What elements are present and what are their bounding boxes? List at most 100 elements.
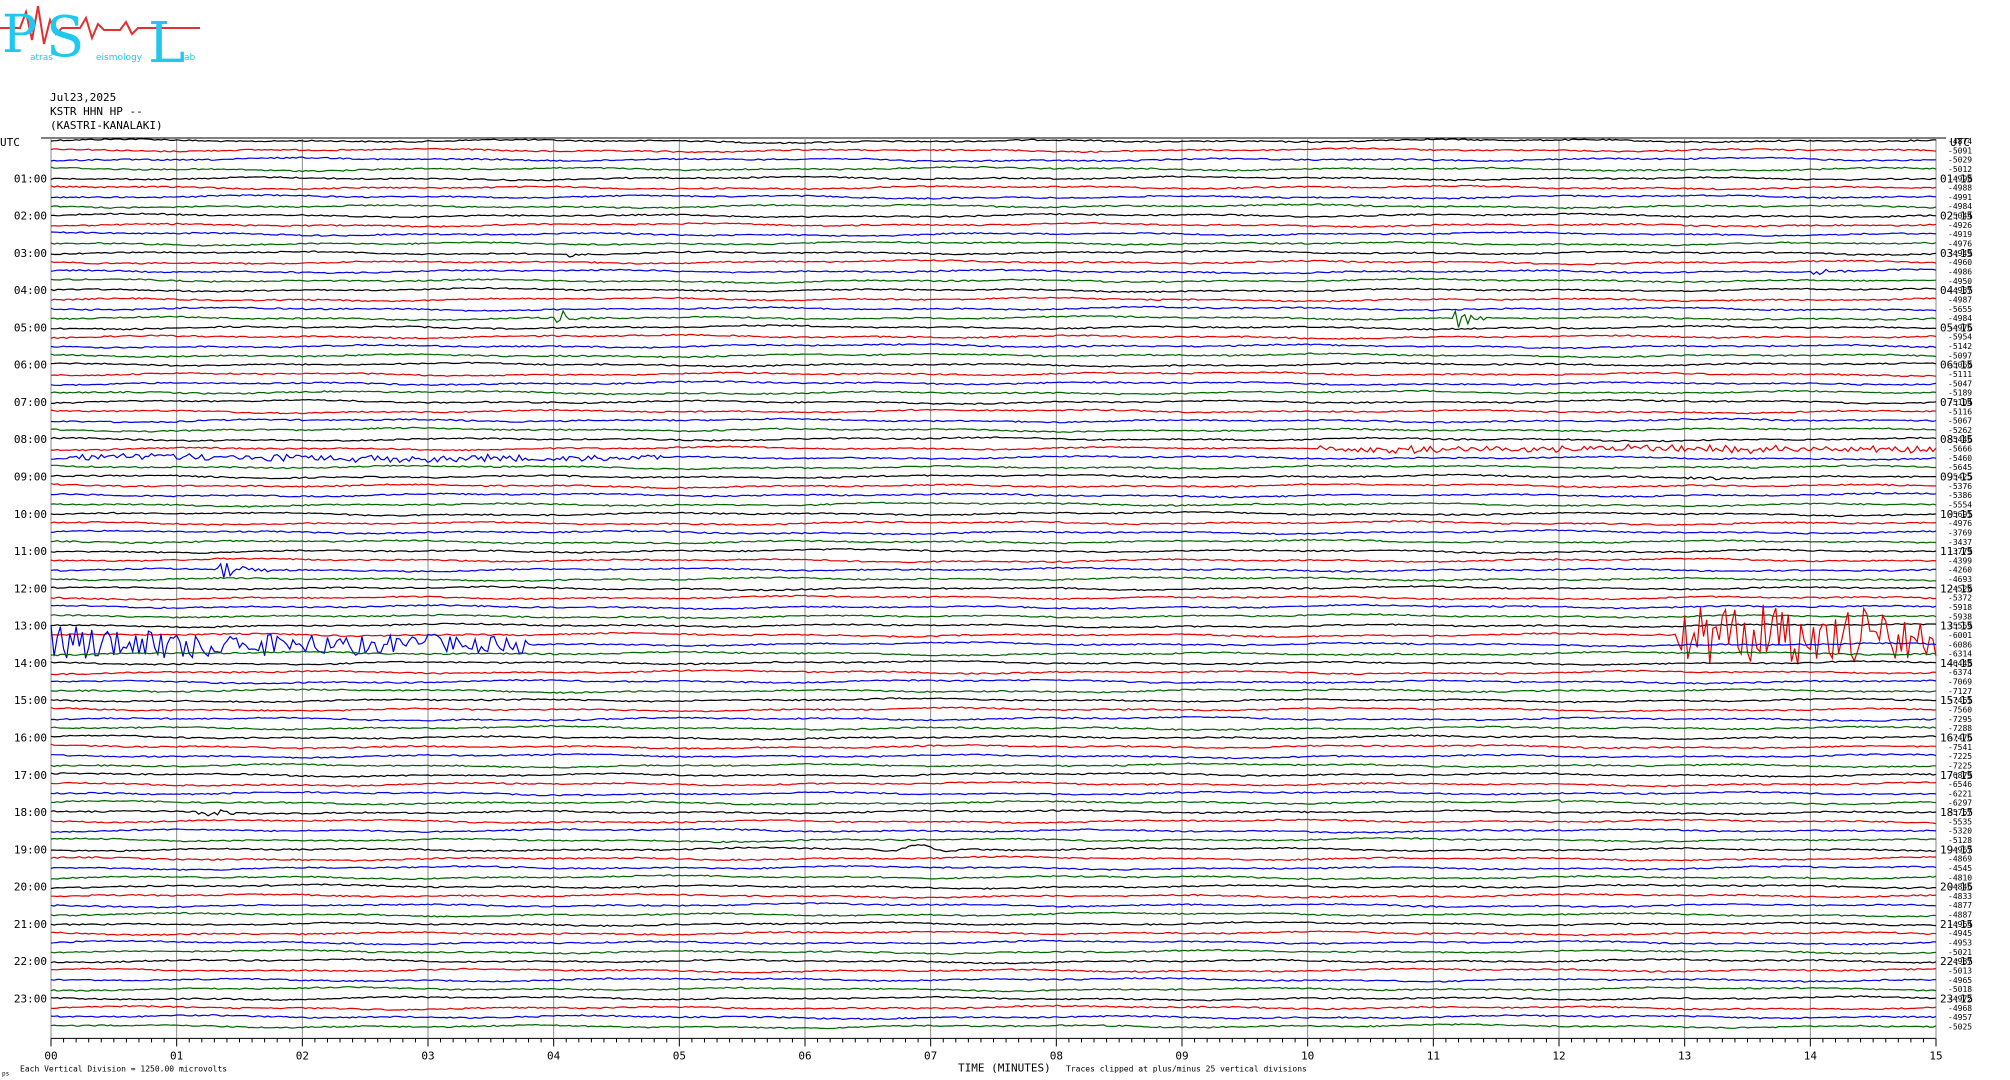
trace-offset-label: -4965 [1948, 976, 1972, 985]
seismic-trace [50, 231, 1937, 237]
seismic-trace [50, 184, 1937, 191]
trace-offset-label: -5029 [1948, 156, 1972, 165]
left-hour-label: 09:00 [14, 471, 47, 484]
seismic-trace [50, 249, 1937, 258]
seismic-trace [50, 352, 1937, 359]
left-hour-label: 01:00 [14, 172, 47, 185]
seismic-trace [50, 240, 1937, 247]
x-tick-label: 12 [1552, 1049, 1565, 1062]
right-hour-label: 17:15 [1940, 769, 1973, 782]
seismic-trace [50, 417, 1937, 424]
seismic-trace [50, 836, 1937, 844]
seismic-trace [50, 203, 1937, 210]
x-tick-label: 08 [1050, 1049, 1063, 1062]
vertical-division-note: Each Vertical Division = 1250.00 microvo… [20, 1064, 227, 1073]
seismic-trace [50, 194, 1937, 200]
seismic-trace [50, 426, 1937, 433]
trace-offset-label: -5320 [1948, 827, 1972, 836]
seismic-trace [50, 613, 1937, 620]
right-hour-label: 23:15 [1940, 992, 1973, 1005]
left-hour-label: 08:00 [14, 433, 47, 446]
trace-offset-label: -5655 [1948, 305, 1972, 314]
seismic-trace [50, 538, 1937, 545]
seismic-trace [50, 562, 1937, 578]
right-hour-label: 02:15 [1940, 210, 1973, 223]
seismic-trace [51, 443, 1937, 455]
trace-offset-label: -4545 [1948, 864, 1972, 873]
right-hour-label: 09:15 [1940, 471, 1973, 484]
seismic-trace [50, 780, 1937, 788]
x-tick-label: 00 [44, 1049, 57, 1062]
seismic-trace [50, 305, 1937, 312]
right-hour-label: 06:15 [1940, 359, 1973, 372]
left-hour-label: 12:00 [14, 582, 47, 595]
seismic-trace [50, 380, 1937, 387]
x-tick-label: 15 [1929, 1049, 1942, 1062]
x-tick-label: 03 [421, 1049, 434, 1062]
right-hour-label: 12:15 [1940, 582, 1973, 595]
right-hour-label: 18:15 [1940, 806, 1973, 819]
left-hour-label: 02:00 [14, 210, 47, 223]
seismic-trace [51, 212, 1937, 219]
right-utc-label: UTC [1950, 136, 1970, 149]
seismic-trace [50, 309, 1937, 328]
right-hour-label: 16:15 [1940, 731, 1973, 744]
trace-offset-label: -5067 [1948, 417, 1972, 426]
seismic-trace [50, 221, 1937, 228]
trace-offset-label: -4953 [1948, 939, 1972, 948]
right-hour-label: 01:15 [1940, 172, 1973, 185]
seismic-trace [50, 452, 1937, 464]
left-hour-label: 16:00 [14, 731, 47, 744]
left-hour-label: 05:00 [14, 321, 47, 334]
left-hour-label: 06:00 [14, 359, 47, 372]
trace-offset-label: -7225 [1948, 752, 1972, 761]
seismic-trace [50, 697, 1937, 704]
trace-offset-label: -5142 [1948, 342, 1972, 351]
seismic-trace [50, 715, 1937, 722]
seismic-trace [51, 622, 1937, 629]
seismic-trace [50, 669, 1937, 676]
seismic-trace [50, 473, 1936, 481]
seismic-trace [50, 855, 1937, 862]
trace-offset-label: -4260 [1948, 566, 1972, 575]
seismic-trace [51, 892, 1937, 900]
trace-offset-label: -6221 [1948, 789, 1972, 798]
seismic-trace [50, 827, 1937, 834]
left-hour-label: 20:00 [14, 881, 47, 894]
trace-offset-label: -5460 [1948, 454, 1972, 463]
seismic-trace [50, 389, 1937, 396]
seismic-trace [50, 501, 1937, 508]
seismic-trace [50, 147, 1937, 154]
seismic-trace [50, 138, 1937, 145]
trace-offset-label: -7295 [1948, 715, 1972, 724]
x-tick-label: 02 [296, 1049, 309, 1062]
seismic-trace [50, 1023, 1937, 1030]
right-hour-label: 05:15 [1940, 321, 1973, 334]
seismic-trace [50, 594, 1937, 601]
left-hour-label: 23:00 [14, 992, 47, 1005]
seismic-trace [50, 688, 1937, 694]
seismic-trace [50, 343, 1937, 350]
seismic-trace [50, 268, 1937, 276]
left-hour-label: 17:00 [14, 769, 47, 782]
left-hour-label: 18:00 [14, 806, 47, 819]
right-hour-label: 20:15 [1940, 881, 1973, 894]
left-hour-label: 03:00 [14, 247, 47, 260]
seismic-trace [50, 790, 1937, 797]
left-hour-label: 19:00 [14, 843, 47, 856]
x-tick-label: 01 [170, 1049, 183, 1062]
seismic-trace [50, 883, 1936, 890]
seismic-trace [50, 930, 1937, 937]
seismic-trace [50, 510, 1937, 518]
seismic-trace [50, 576, 1936, 583]
seismic-trace [50, 902, 1937, 909]
left-hour-label: 13:00 [14, 620, 47, 633]
trace-offset-label: -4957 [1948, 1013, 1972, 1022]
seismic-trace [51, 398, 1937, 406]
trace-offset-label: -7069 [1948, 678, 1972, 687]
seismic-trace [51, 753, 1937, 760]
right-hour-label: 21:15 [1940, 918, 1973, 931]
left-hour-label: 11:00 [14, 545, 47, 558]
seismic-trace [50, 371, 1937, 378]
left-hour-label: 10:00 [14, 508, 47, 521]
